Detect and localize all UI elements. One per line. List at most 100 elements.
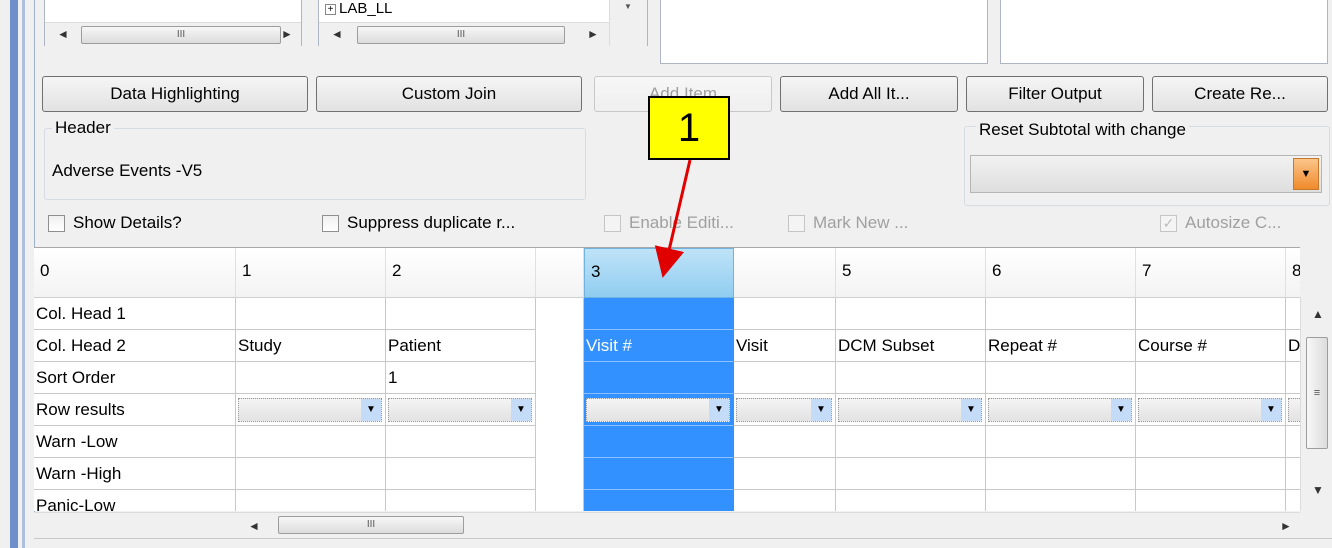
middle-list-hscrollbar[interactable]: ◄ III ► [319,22,609,46]
reset-subtotal-select[interactable]: ▼ [970,155,1322,193]
row-results-dropdown[interactable]: ▼ [238,398,382,422]
grid-cell[interactable] [236,426,386,458]
grid-cell[interactable] [584,362,734,394]
scroll-down-icon[interactable]: ▼ [1312,483,1324,497]
grid-cell[interactable] [386,298,536,330]
checkbox-box[interactable] [322,214,339,232]
scroll-right-icon[interactable]: ► [281,27,293,41]
row-results-dropdown[interactable]: ▼ [388,398,532,422]
grid-cell[interactable] [1286,426,1300,458]
autosize-checkbox[interactable]: ✓ Autosize C... [1160,213,1281,233]
grid-cell[interactable] [1286,490,1300,511]
column-header-0[interactable]: 0 [34,248,236,298]
grid-cell[interactable] [236,490,386,511]
left-list-hscrollbar[interactable]: ◄ III ► [45,22,301,46]
scroll-thumb[interactable]: III [81,26,281,44]
enable-editing-checkbox[interactable]: Enable Editi... [604,213,734,233]
grid-cell[interactable] [236,298,386,330]
scroll-thumb[interactable]: ≡ [1306,337,1328,449]
column-header-1[interactable]: 1 [236,248,386,298]
header-value[interactable]: Adverse Events -V5 [52,161,202,181]
row-results-dropdown[interactable]: ▼ [736,398,832,422]
left-list-box[interactable]: ◄ III ► [44,0,302,46]
grid-cell[interactable] [836,458,986,490]
scroll-right-icon[interactable]: ► [587,27,599,41]
grid-cell[interactable] [1286,458,1300,490]
grid-cell[interactable] [734,362,836,394]
row-results-dropdown[interactable]: ▼ [1288,398,1300,422]
report-columns-grid[interactable]: 0 1 2 3 5 6 7 8 Col. Head 1Col. Head 2St… [34,247,1300,511]
grid-cell[interactable] [584,490,734,511]
dropdown-arrow-icon[interactable]: ▼ [811,399,831,421]
show-details-checkbox[interactable]: Show Details? [48,213,182,233]
grid-cell[interactable] [734,458,836,490]
grid-cell[interactable] [986,426,1136,458]
filter-output-button[interactable]: Filter Output [966,76,1144,112]
grid-cell[interactable]: ▼ [386,394,536,426]
add-all-items-button[interactable]: Add All It... [780,76,958,112]
scroll-left-icon[interactable]: ◄ [248,519,260,533]
grid-cell[interactable]: ▼ [836,394,986,426]
grid-cell[interactable] [1136,458,1286,490]
checkmark-icon[interactable]: ✓ [1160,214,1177,232]
grid-cell[interactable]: Patient [386,330,536,362]
scroll-left-icon[interactable]: ◄ [331,27,343,41]
column-header-8[interactable]: 8 [1286,248,1300,298]
grid-cell[interactable] [386,490,536,511]
grid-cell[interactable]: ▼ [734,394,836,426]
column-header-7[interactable]: 7 [1136,248,1286,298]
mark-new-checkbox[interactable]: Mark New ... [788,213,908,233]
grid-cell[interactable] [236,458,386,490]
grid-cell[interactable] [1136,362,1286,394]
scroll-down-icon[interactable]: ▼ [624,2,632,11]
checkbox-box[interactable] [48,214,65,232]
checkbox-box[interactable] [788,214,805,232]
grid-cell[interactable] [836,362,986,394]
grid-cell[interactable] [584,298,734,330]
data-highlighting-button[interactable]: Data Highlighting [42,76,308,112]
grid-cell[interactable]: ▼ [986,394,1136,426]
middle-tree-list[interactable]: + LAB_LL ◄ III ► ▼ [318,0,648,46]
grid-cell[interactable] [584,458,734,490]
suppress-duplicate-checkbox[interactable]: Suppress duplicate r... [322,213,515,233]
grid-cell[interactable] [584,426,734,458]
grid-cell[interactable] [734,298,836,330]
column-header-4[interactable] [734,248,836,298]
row-results-dropdown[interactable]: ▼ [988,398,1132,422]
dropdown-arrow-icon[interactable]: ▼ [1293,158,1319,190]
column-header-6[interactable]: 6 [986,248,1136,298]
grid-cell[interactable] [1136,298,1286,330]
scroll-left-icon[interactable]: ◄ [57,27,69,41]
right-list-box-1[interactable] [660,0,988,64]
create-report-button[interactable]: Create Re... [1152,76,1328,112]
grid-cell[interactable] [836,490,986,511]
checkbox-box[interactable] [604,214,621,232]
grid-cell[interactable]: Study [236,330,386,362]
grid-cell[interactable] [1286,298,1300,330]
right-list-box-2[interactable] [1000,0,1328,64]
row-results-dropdown[interactable]: ▼ [838,398,982,422]
dropdown-arrow-icon[interactable]: ▼ [1111,399,1131,421]
grid-cell[interactable] [386,426,536,458]
dropdown-arrow-icon[interactable]: ▼ [361,399,381,421]
grid-cell[interactable]: Course # [1136,330,1286,362]
row-results-dropdown[interactable]: ▼ [1138,398,1282,422]
grid-cell[interactable] [986,490,1136,511]
grid-cell[interactable] [986,362,1136,394]
scroll-thumb[interactable]: III [357,26,565,44]
grid-cell[interactable] [836,426,986,458]
column-header-3-selected[interactable]: 3 [584,248,734,298]
dropdown-arrow-icon[interactable]: ▼ [1261,399,1281,421]
tree-item-lab-ll[interactable]: + LAB_LL [325,1,392,17]
scroll-right-icon[interactable]: ► [1280,519,1292,533]
dropdown-arrow-icon[interactable]: ▼ [961,399,981,421]
custom-join-button[interactable]: Custom Join [316,76,582,112]
dropdown-arrow-icon[interactable]: ▼ [511,399,531,421]
column-header-5[interactable]: 5 [836,248,986,298]
grid-cell[interactable] [1286,362,1300,394]
grid-cell[interactable]: ▼ [236,394,386,426]
grid-cell[interactable]: ▼ [584,394,734,426]
grid-cell[interactable] [236,362,386,394]
dropdown-arrow-icon[interactable]: ▼ [709,399,729,421]
scroll-thumb[interactable]: III [278,516,464,534]
